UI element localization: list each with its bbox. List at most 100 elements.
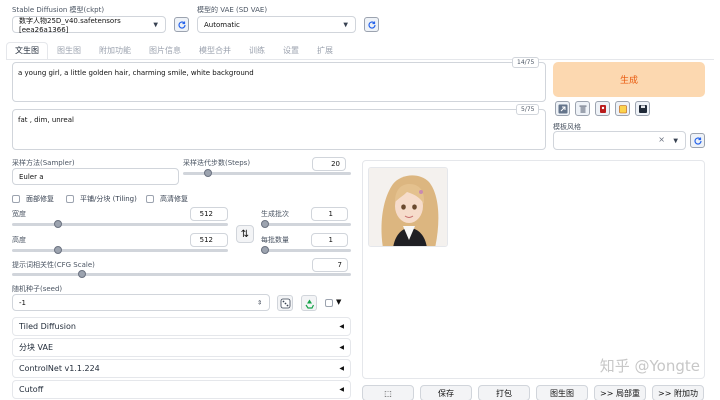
main-tabs: 文生图 图生图 附加功能 图片信息 模型合并 训练 设置 扩展 <box>6 42 342 60</box>
style-select[interactable]: × ▼ <box>553 131 686 150</box>
cfg-slider[interactable] <box>12 270 351 278</box>
watermark: 知乎 @Yongte <box>599 357 700 375</box>
reuse-seed-button[interactable] <box>301 295 317 311</box>
tab-train[interactable]: 训练 <box>240 42 274 60</box>
recycle-icon <box>305 299 314 309</box>
swap-dimensions-button[interactable]: ⇅ <box>236 225 254 243</box>
tab-divider <box>6 59 714 60</box>
generated-image-thumbnail[interactable] <box>368 167 448 247</box>
height-slider-thumb[interactable] <box>54 246 62 254</box>
output-gallery: 知乎 @Yongte <box>362 160 705 379</box>
tab-png-info[interactable]: 图片信息 <box>140 42 190 60</box>
vae-label: 模型的 VAE (SD VAE) <box>197 6 268 14</box>
batch-count-input[interactable]: 1 <box>311 207 348 221</box>
cfg-input[interactable]: 7 <box>312 258 348 272</box>
save-style-button[interactable] <box>635 101 650 116</box>
accordion-cutoff[interactable]: Cutoff ◀ <box>12 380 351 399</box>
batch-size-slider-thumb[interactable] <box>261 246 269 254</box>
width-slider-thumb[interactable] <box>54 220 62 228</box>
show-extra-networks-button[interactable] <box>595 101 610 116</box>
refresh-style-button[interactable] <box>690 133 705 148</box>
width-input[interactable]: 512 <box>190 207 228 221</box>
refresh-vae-button[interactable] <box>364 17 379 32</box>
accordion-tiled-vae[interactable]: 分块 VAE ◀ <box>12 338 351 357</box>
chevron-down-icon: ▼ <box>153 21 158 28</box>
height-input[interactable]: 512 <box>190 233 228 247</box>
batch-count-label: 生成批次 <box>261 210 289 218</box>
steps-input[interactable]: 20 <box>312 157 346 171</box>
card-icon <box>599 104 606 113</box>
negative-prompt-token-counter: 5/75 <box>516 104 540 115</box>
refresh-model-button[interactable] <box>174 17 189 32</box>
steps-slider[interactable] <box>183 169 351 177</box>
model-value: 数字人物25D_v40.safetensors [eea26a1366] <box>19 16 121 34</box>
chevron-down-icon: ▼ <box>673 137 678 144</box>
accordion-controlnet[interactable]: ControlNet v1.1.224 ◀ <box>12 359 351 378</box>
tab-extensions[interactable]: 扩展 <box>308 42 342 60</box>
girl-portrait-image <box>369 168 447 246</box>
clear-style-icon[interactable]: × <box>658 135 665 144</box>
tab-extras[interactable]: 附加功能 <box>90 42 140 60</box>
steps-slider-thumb[interactable] <box>204 169 212 177</box>
model-select[interactable]: 数字人物25D_v40.safetensors [eea26a1366] ▼ <box>12 16 166 34</box>
tiling-checkbox[interactable]: 平铺/分块 (Tiling) <box>66 194 137 204</box>
batch-size-label: 每批数量 <box>261 236 289 244</box>
negative-prompt-input[interactable]: fat , dim, unreal <box>12 109 546 150</box>
model-label: Stable Diffusion 模型(ckpt) <box>12 6 105 14</box>
dice-icon <box>280 298 290 308</box>
generate-button[interactable]: 生成 <box>553 62 705 97</box>
save-button[interactable]: 保存 <box>420 385 472 400</box>
tab-txt2img[interactable]: 文生图 <box>6 42 48 60</box>
save-icon <box>638 104 647 113</box>
accordion-tiled-diffusion[interactable]: Tiled Diffusion ◀ <box>12 317 351 336</box>
prompt-token-counter: 14/75 <box>512 57 540 68</box>
tab-merge[interactable]: 模型合并 <box>190 42 240 60</box>
refresh-icon <box>693 136 702 145</box>
batch-size-input[interactable]: 1 <box>311 233 348 247</box>
apply-style-button[interactable] <box>615 101 630 116</box>
restore-faces-checkbox[interactable]: 面部修复 <box>12 194 54 204</box>
height-slider[interactable] <box>12 246 228 254</box>
cfg-label: 提示词相关性(CFG Scale) <box>12 261 95 269</box>
random-seed-button[interactable] <box>277 295 293 311</box>
steps-label: 采样迭代步数(Steps) <box>183 159 251 167</box>
send-to-inpaint-button[interactable]: >> 局部重 <box>594 385 646 400</box>
tab-img2img[interactable]: 图生图 <box>48 42 90 60</box>
height-label: 高度 <box>12 236 26 244</box>
prompt-input[interactable]: a young girl, a little golden hair, char… <box>12 62 546 102</box>
width-slider[interactable] <box>12 220 228 228</box>
zip-button[interactable]: 打包 <box>478 385 530 400</box>
send-to-img2img-button[interactable]: 图生图 <box>536 385 588 400</box>
batch-count-slider[interactable] <box>261 220 351 228</box>
clear-prompt-button[interactable] <box>575 101 590 116</box>
read-params-button[interactable] <box>555 101 570 116</box>
arrow-icon <box>558 104 567 113</box>
seed-label: 随机种子(seed) <box>12 285 63 293</box>
tab-settings[interactable]: 设置 <box>274 42 308 60</box>
clipboard-icon <box>618 104 627 113</box>
sampler-select[interactable]: Euler a <box>12 168 179 185</box>
cfg-slider-thumb[interactable] <box>78 270 86 278</box>
triangle-left-icon: ◀ <box>339 323 344 330</box>
triangle-down-icon: ▼ <box>336 298 342 306</box>
triangle-left-icon: ◀ <box>339 344 344 351</box>
open-folder-button[interactable]: ⬚ <box>362 385 414 400</box>
triangle-left-icon: ◀ <box>339 365 344 372</box>
vae-select[interactable]: Automatic ▼ <box>197 16 356 33</box>
width-label: 宽度 <box>12 210 26 218</box>
extra-seed-checkbox[interactable] <box>325 299 333 307</box>
trash-icon <box>579 105 586 113</box>
seed-input[interactable]: -1 ⇕ <box>12 294 270 311</box>
batch-count-slider-thumb[interactable] <box>261 220 269 228</box>
hires-fix-checkbox[interactable]: 高清修复 <box>146 194 188 204</box>
vae-value: Automatic <box>204 20 240 29</box>
triangle-left-icon: ◀ <box>339 386 344 393</box>
batch-size-slider[interactable] <box>261 246 351 254</box>
refresh-icon <box>367 20 376 29</box>
chevron-down-icon: ▼ <box>343 21 348 28</box>
refresh-icon <box>177 20 186 29</box>
send-to-extras-button[interactable]: >> 附加功 <box>652 385 704 400</box>
sampler-value: Euler a <box>19 172 44 181</box>
stepper-icon: ⇕ <box>256 299 262 306</box>
sampler-label: 采样方法(Sampler) <box>12 159 75 167</box>
